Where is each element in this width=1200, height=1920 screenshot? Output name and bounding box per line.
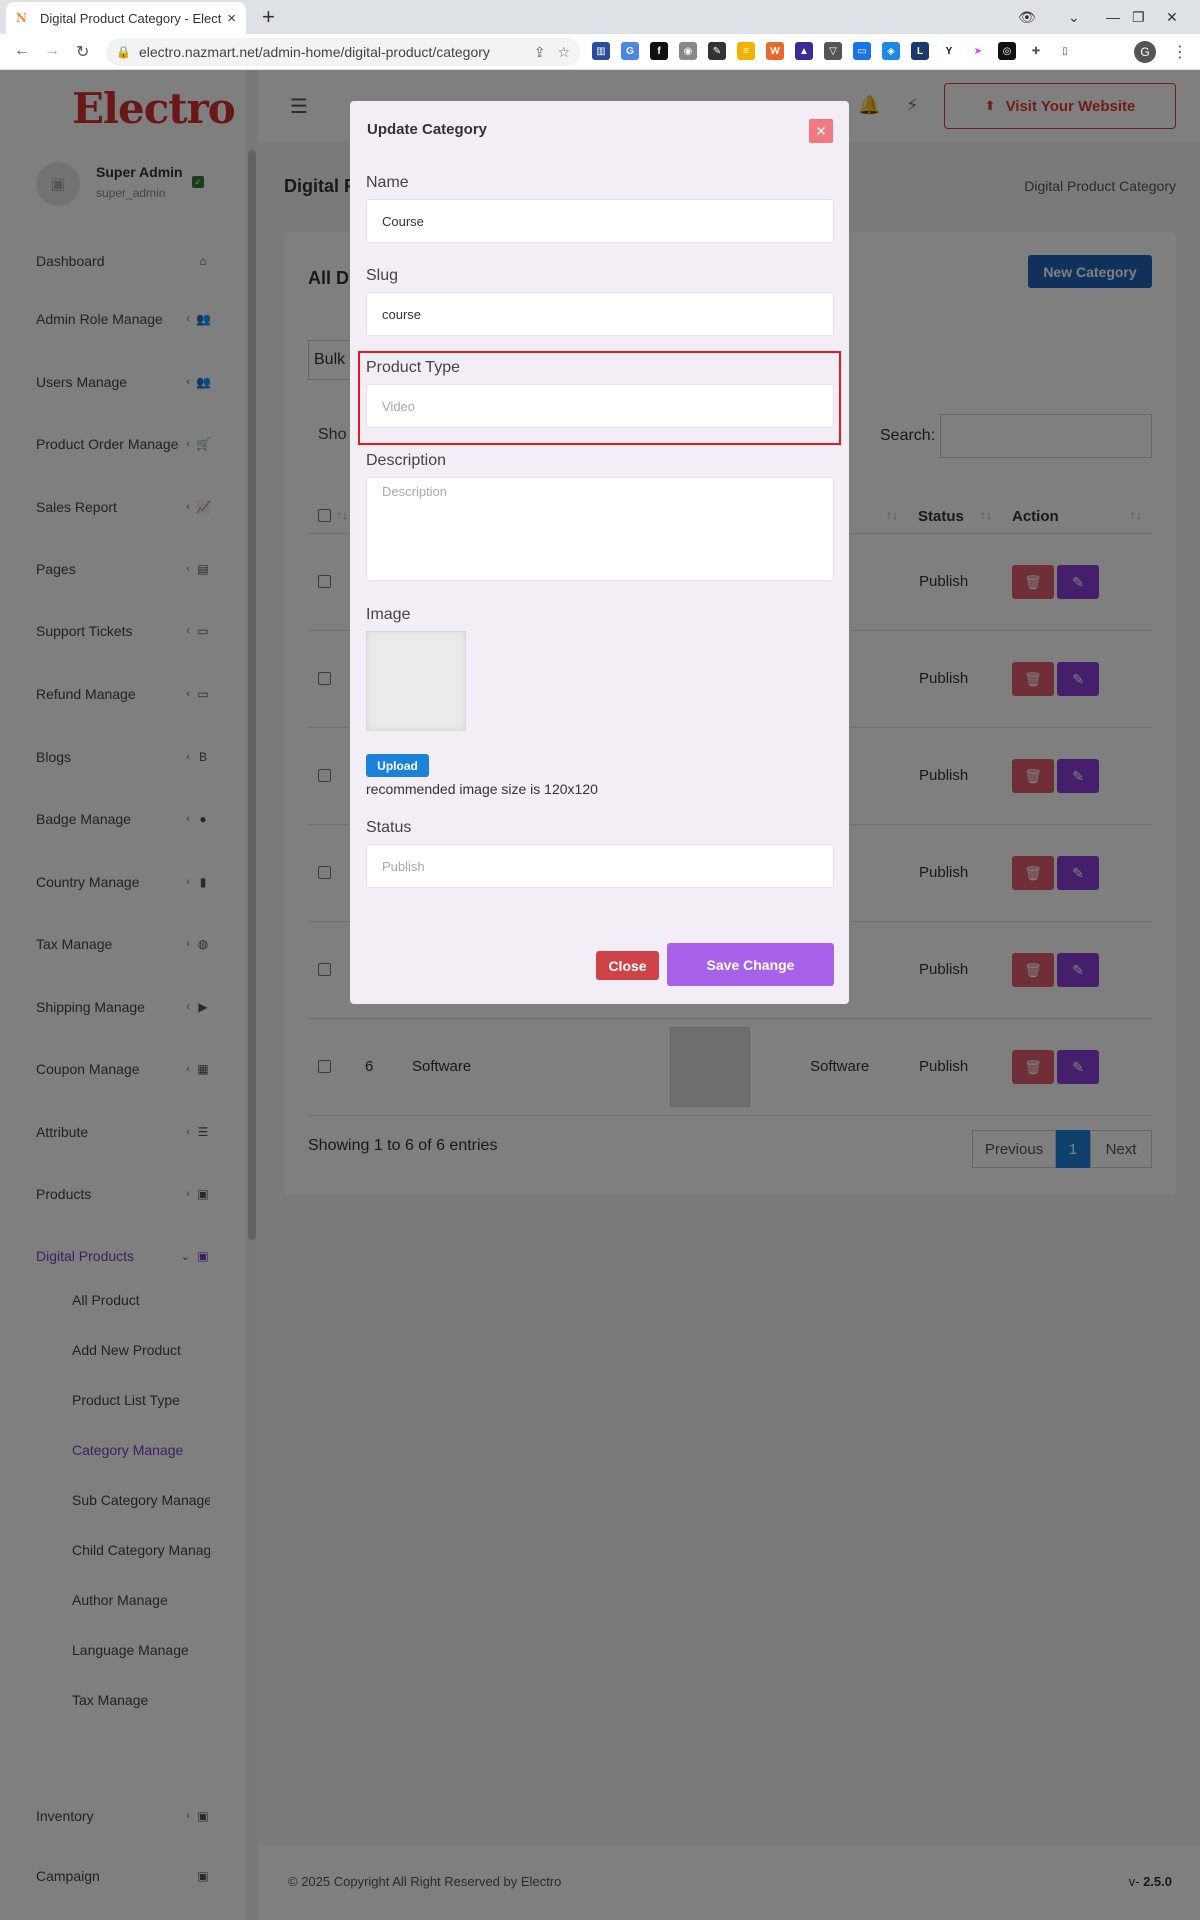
- url-omnibox[interactable]: 🔒 electro.nazmart.net/admin-home/digital…: [106, 38, 580, 66]
- eyedropper-extension-icon[interactable]: ✎: [708, 42, 726, 60]
- tab-close-icon[interactable]: ×: [227, 10, 236, 27]
- name-input[interactable]: Course: [366, 199, 834, 243]
- restore-icon[interactable]: ❐: [1132, 0, 1145, 34]
- eye-extension-icon[interactable]: 👁: [1018, 0, 1036, 34]
- save-change-button[interactable]: Save Change: [667, 943, 834, 986]
- camera-extension-icon[interactable]: ◉: [679, 42, 697, 60]
- status-select[interactable]: Publish: [366, 844, 834, 888]
- tab-title: Digital Product Category - Electro: [40, 10, 222, 26]
- product-type-select[interactable]: Video: [366, 384, 834, 428]
- image-preview: [366, 631, 466, 731]
- window-close-icon[interactable]: ✕: [1166, 0, 1178, 34]
- reload-icon[interactable]: ↻: [76, 42, 89, 62]
- screen-extension-icon[interactable]: ▭: [853, 42, 871, 60]
- extensions-bar: ▥ G f ◉ ✎ ≡ W ▲ ▽ ▭ ◈ L Y ➤ ◎ ✚ ▯: [592, 42, 1074, 60]
- minimize-icon[interactable]: —: [1106, 0, 1120, 34]
- upload-button[interactable]: Upload: [366, 754, 429, 777]
- wordpress-extension-icon[interactable]: W: [766, 42, 784, 60]
- forward-icon[interactable]: →: [44, 42, 60, 60]
- translate-extension-icon[interactable]: G: [621, 42, 639, 60]
- arrow-extension-icon[interactable]: ➤: [969, 42, 987, 60]
- tab-search-icon[interactable]: ⌄: [1068, 0, 1080, 34]
- back-icon[interactable]: ←: [14, 42, 30, 60]
- profile-avatar[interactable]: G: [1134, 41, 1156, 63]
- y-extension-icon[interactable]: Y: [940, 42, 958, 60]
- share-icon[interactable]: ⇪: [534, 44, 546, 61]
- name-label: Name: [366, 174, 409, 191]
- lock-icon: 🔒: [116, 45, 131, 59]
- image-size-hint: recommended image size is 120x120: [366, 781, 598, 797]
- image-label: Image: [366, 606, 411, 623]
- url-text: electro.nazmart.net/admin-home/digital-p…: [138, 44, 490, 60]
- browser-tabbar: N Digital Product Category - Electro × +…: [0, 0, 1200, 34]
- close-button[interactable]: Close: [596, 951, 659, 980]
- description-textarea[interactable]: Description: [366, 477, 834, 581]
- bookmark-star-icon[interactable]: ☆: [557, 44, 570, 61]
- badge-extension-icon[interactable]: ▲: [795, 42, 813, 60]
- modal-title: Update Category: [367, 121, 488, 138]
- circle-extension-icon[interactable]: ◎: [998, 42, 1016, 60]
- product-type-label: Product Type: [366, 359, 460, 376]
- browser-tab[interactable]: N Digital Product Category - Electro ×: [6, 2, 246, 34]
- update-category-modal: Update Category ✕ Name Course Slug cours…: [350, 101, 849, 1004]
- puzzle-extension-icon[interactable]: ✚: [1027, 42, 1045, 60]
- modal-close-icon[interactable]: ✕: [809, 119, 833, 143]
- lt-extension-icon[interactable]: L: [911, 42, 929, 60]
- refresh-extension-icon[interactable]: ◈: [882, 42, 900, 60]
- font-extension-icon[interactable]: f: [650, 42, 668, 60]
- extension-1-icon[interactable]: ▥: [592, 42, 610, 60]
- cup-extension-icon[interactable]: ▽: [824, 42, 842, 60]
- status-label: Status: [366, 819, 412, 836]
- browser-menu-icon[interactable]: ⋮: [1172, 42, 1188, 62]
- sidebar-toggle-icon[interactable]: ▯: [1056, 42, 1074, 60]
- notes-extension-icon[interactable]: ≡: [737, 42, 755, 60]
- site-favicon-icon: N: [16, 11, 27, 25]
- slug-input[interactable]: course: [366, 292, 834, 336]
- description-label: Description: [366, 452, 447, 469]
- new-tab-icon[interactable]: +: [262, 4, 275, 30]
- slug-label: Slug: [366, 267, 399, 284]
- address-bar: ← → ↻ 🔒 electro.nazmart.net/admin-home/d…: [0, 34, 1200, 70]
